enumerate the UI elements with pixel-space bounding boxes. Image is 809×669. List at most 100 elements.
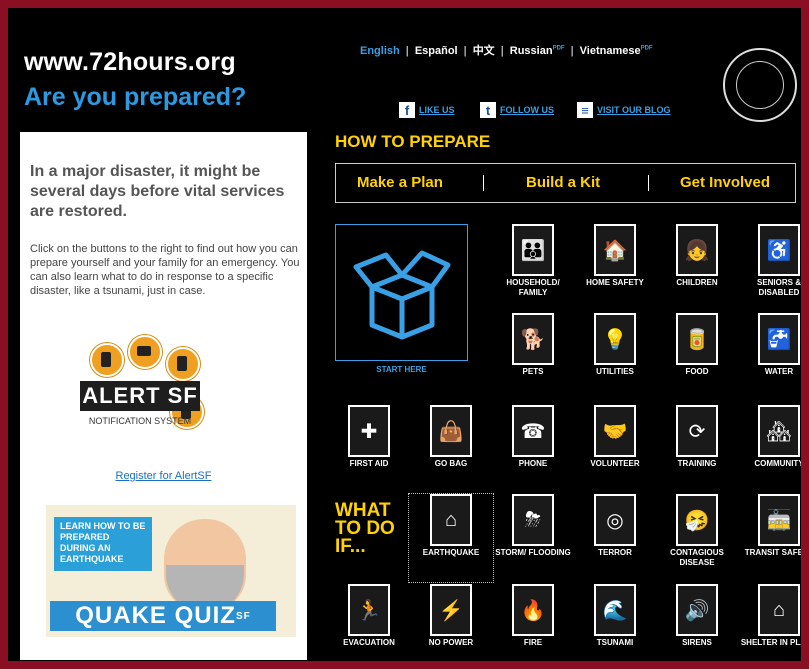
get-involved-link[interactable]: Get Involved [680, 174, 770, 191]
wave-icon: 🌊 [594, 584, 636, 636]
mobile-icon [166, 347, 200, 381]
tile-storm-flooding[interactable]: ⛈ STORM/ FLOODING [491, 494, 575, 582]
pdf-badge: PDF [640, 45, 653, 52]
alertsf-subtitle: NOTIFICATION SYSTEM [88, 416, 192, 426]
tile-label: HOME SAFETY [586, 278, 644, 287]
tile-utilities[interactable]: 💡 UTILITIES [573, 313, 657, 401]
tile-label: EVACUATION [343, 638, 395, 647]
how-to-prepare-heading: HOW TO PREPARE [335, 132, 491, 151]
make-a-plan-link[interactable]: Make a Plan [357, 174, 443, 191]
training-icon: ⟳ [676, 405, 718, 457]
rss-icon: ≡ [577, 102, 593, 118]
tile-label: CONTAGIOUS DISEASE [670, 548, 724, 567]
tile-label: NO POWER [428, 638, 474, 647]
tile-label: EARTHQUAKE [422, 548, 480, 557]
tile-label: COMMUNITY [754, 459, 801, 468]
twitter-icon: t [480, 102, 496, 118]
speaker-icon: 🔊 [676, 584, 718, 636]
tile-label: TRANSIT SAFETY [744, 548, 801, 557]
tile-label: TSUNAMI [596, 638, 634, 647]
can-icon: 🥫 [676, 313, 718, 365]
no-power-icon: ⚡ [430, 584, 472, 636]
tile-terror[interactable]: ◎ TERROR [573, 494, 657, 582]
tile-phone[interactable]: ☎ PHONE [491, 405, 575, 493]
tile-children[interactable]: 👧 CHILDREN [655, 224, 739, 312]
what-to-do-heading: WHAT TO DO IF... [335, 500, 395, 557]
first-aid-icon: ✚ [348, 405, 390, 457]
facebook-icon: f [399, 102, 415, 118]
earthquake-icon: ⌂ [430, 494, 472, 546]
tile-label: SIRENS [682, 638, 712, 647]
tile-label: TRAINING [677, 459, 717, 468]
tile-label: GO BAG [434, 459, 468, 468]
wheelchair-icon: ♿ [758, 224, 800, 276]
dog-icon: 🐕 [512, 313, 554, 365]
tile-label: UTILITIES [596, 367, 634, 376]
tile-food[interactable]: 🥫 FOOD [655, 313, 739, 401]
like-us-link[interactable]: f LIKE US [399, 102, 455, 118]
tile-first-aid[interactable]: ✚ FIRST AID [327, 405, 411, 493]
tile-seniors-disabled[interactable]: ♿ SENIORS & DISABLED [737, 224, 801, 312]
tile-tsunami[interactable]: 🌊 TSUNAMI [573, 584, 657, 661]
lang-chinese[interactable]: 中文 [473, 45, 495, 57]
tile-label: HOUSEHOLD/ FAMILY [506, 278, 560, 297]
tile-evacuation[interactable]: 🏃 EVACUATION [327, 584, 411, 661]
tile-label: STORM/ FLOODING [495, 548, 571, 557]
start-here-label[interactable]: START HERE [335, 365, 468, 374]
faucet-icon: 🚰 [758, 313, 800, 365]
tile-label: SENIORS & DISABLED [756, 278, 801, 297]
tile-volunteer[interactable]: 🤝 VOLUNTEER [573, 405, 657, 493]
tile-label: FIRE [523, 638, 543, 647]
tile-no-power[interactable]: ⚡ NO POWER [409, 584, 493, 661]
disease-icon: 🤧 [676, 494, 718, 546]
visit-blog-link[interactable]: ≡ VISIT OUR BLOG [577, 102, 671, 118]
lang-spanish[interactable]: Español [415, 45, 458, 57]
shelter-icon: ⌂ [758, 584, 800, 636]
tile-contagious-disease[interactable]: 🤧 CONTAGIOUS DISEASE [655, 494, 739, 582]
target-icon: ◎ [594, 494, 636, 546]
phone-icon: ☎ [512, 405, 554, 457]
quiz-speech-bubble: LEARN HOW TO BE PREPARED DURING AN EARTH… [54, 517, 152, 571]
tile-home-safety[interactable]: 🏠 HOME SAFETY [573, 224, 657, 312]
tile-training[interactable]: ⟳ TRAINING [655, 405, 739, 493]
tile-sirens[interactable]: 🔊 SIRENS [655, 584, 739, 661]
language-bar: English | Español | 中文 | RussianPDF | Vietnamese… [360, 45, 653, 57]
tile-go-bag[interactable]: 👜 GO BAG [409, 405, 493, 493]
tile-label: CHILDREN [676, 278, 718, 287]
lang-vietnamese[interactable]: VietnamesePDF [580, 45, 653, 57]
tile-transit-safety[interactable]: 🚋 TRANSIT SAFETY [737, 494, 801, 582]
tile-label: SHELTER IN PLACE [740, 638, 801, 647]
tile-label: PHONE [518, 459, 548, 468]
tile-household-family[interactable]: 👪 HOUSEHOLD/ FAMILY [491, 224, 575, 312]
bag-icon: 👜 [430, 405, 472, 457]
alertsf-logo[interactable]: ALERT SF NOTIFICATION SYSTEM [80, 335, 255, 442]
quake-quiz-banner[interactable]: LEARN HOW TO BE PREPARED DURING AN EARTH… [46, 505, 296, 637]
community-icon: 🏘 [758, 405, 800, 457]
lead-text: In a major disaster, it might be several… [30, 163, 285, 220]
tile-label: VOLUNTEER [590, 459, 640, 468]
tile-water[interactable]: 🚰 WATER [737, 313, 801, 401]
tile-community[interactable]: 🏘 COMMUNITY [737, 405, 801, 493]
register-alertsf-link[interactable]: Register for AlertSF [20, 470, 307, 482]
lang-english[interactable]: English [360, 45, 400, 57]
page-frame: www.72hours.org Are you prepared? Englis… [8, 8, 801, 661]
tile-label: WATER [764, 367, 794, 376]
build-a-kit-link[interactable]: Build a Kit [526, 174, 600, 191]
tile-pets[interactable]: 🐕 PETS [491, 313, 575, 401]
phone-icon [90, 343, 124, 377]
house-icon: 🏠 [594, 224, 636, 276]
tile-earthquake[interactable]: ⌂ EARTHQUAKE [408, 493, 494, 583]
site-url[interactable]: www.72hours.org [24, 48, 236, 77]
tile-shelter-in-place[interactable]: ⌂ SHELTER IN PLACE [737, 584, 801, 661]
tile-fire[interactable]: 🔥 FIRE [491, 584, 575, 661]
fire-icon: 🔥 [512, 584, 554, 636]
handshake-icon: 🤝 [594, 405, 636, 457]
laptop-icon [128, 335, 162, 369]
running-person-icon: 🏃 [348, 584, 390, 636]
quiz-title: QUAKE QUIZ SF [50, 601, 276, 631]
family-icon: 👪 [512, 224, 554, 276]
follow-us-link[interactable]: t FOLLOW US [480, 102, 554, 118]
start-here-button[interactable] [335, 224, 468, 361]
lang-russian[interactable]: RussianPDF [510, 45, 565, 57]
storm-icon: ⛈ [512, 494, 554, 546]
